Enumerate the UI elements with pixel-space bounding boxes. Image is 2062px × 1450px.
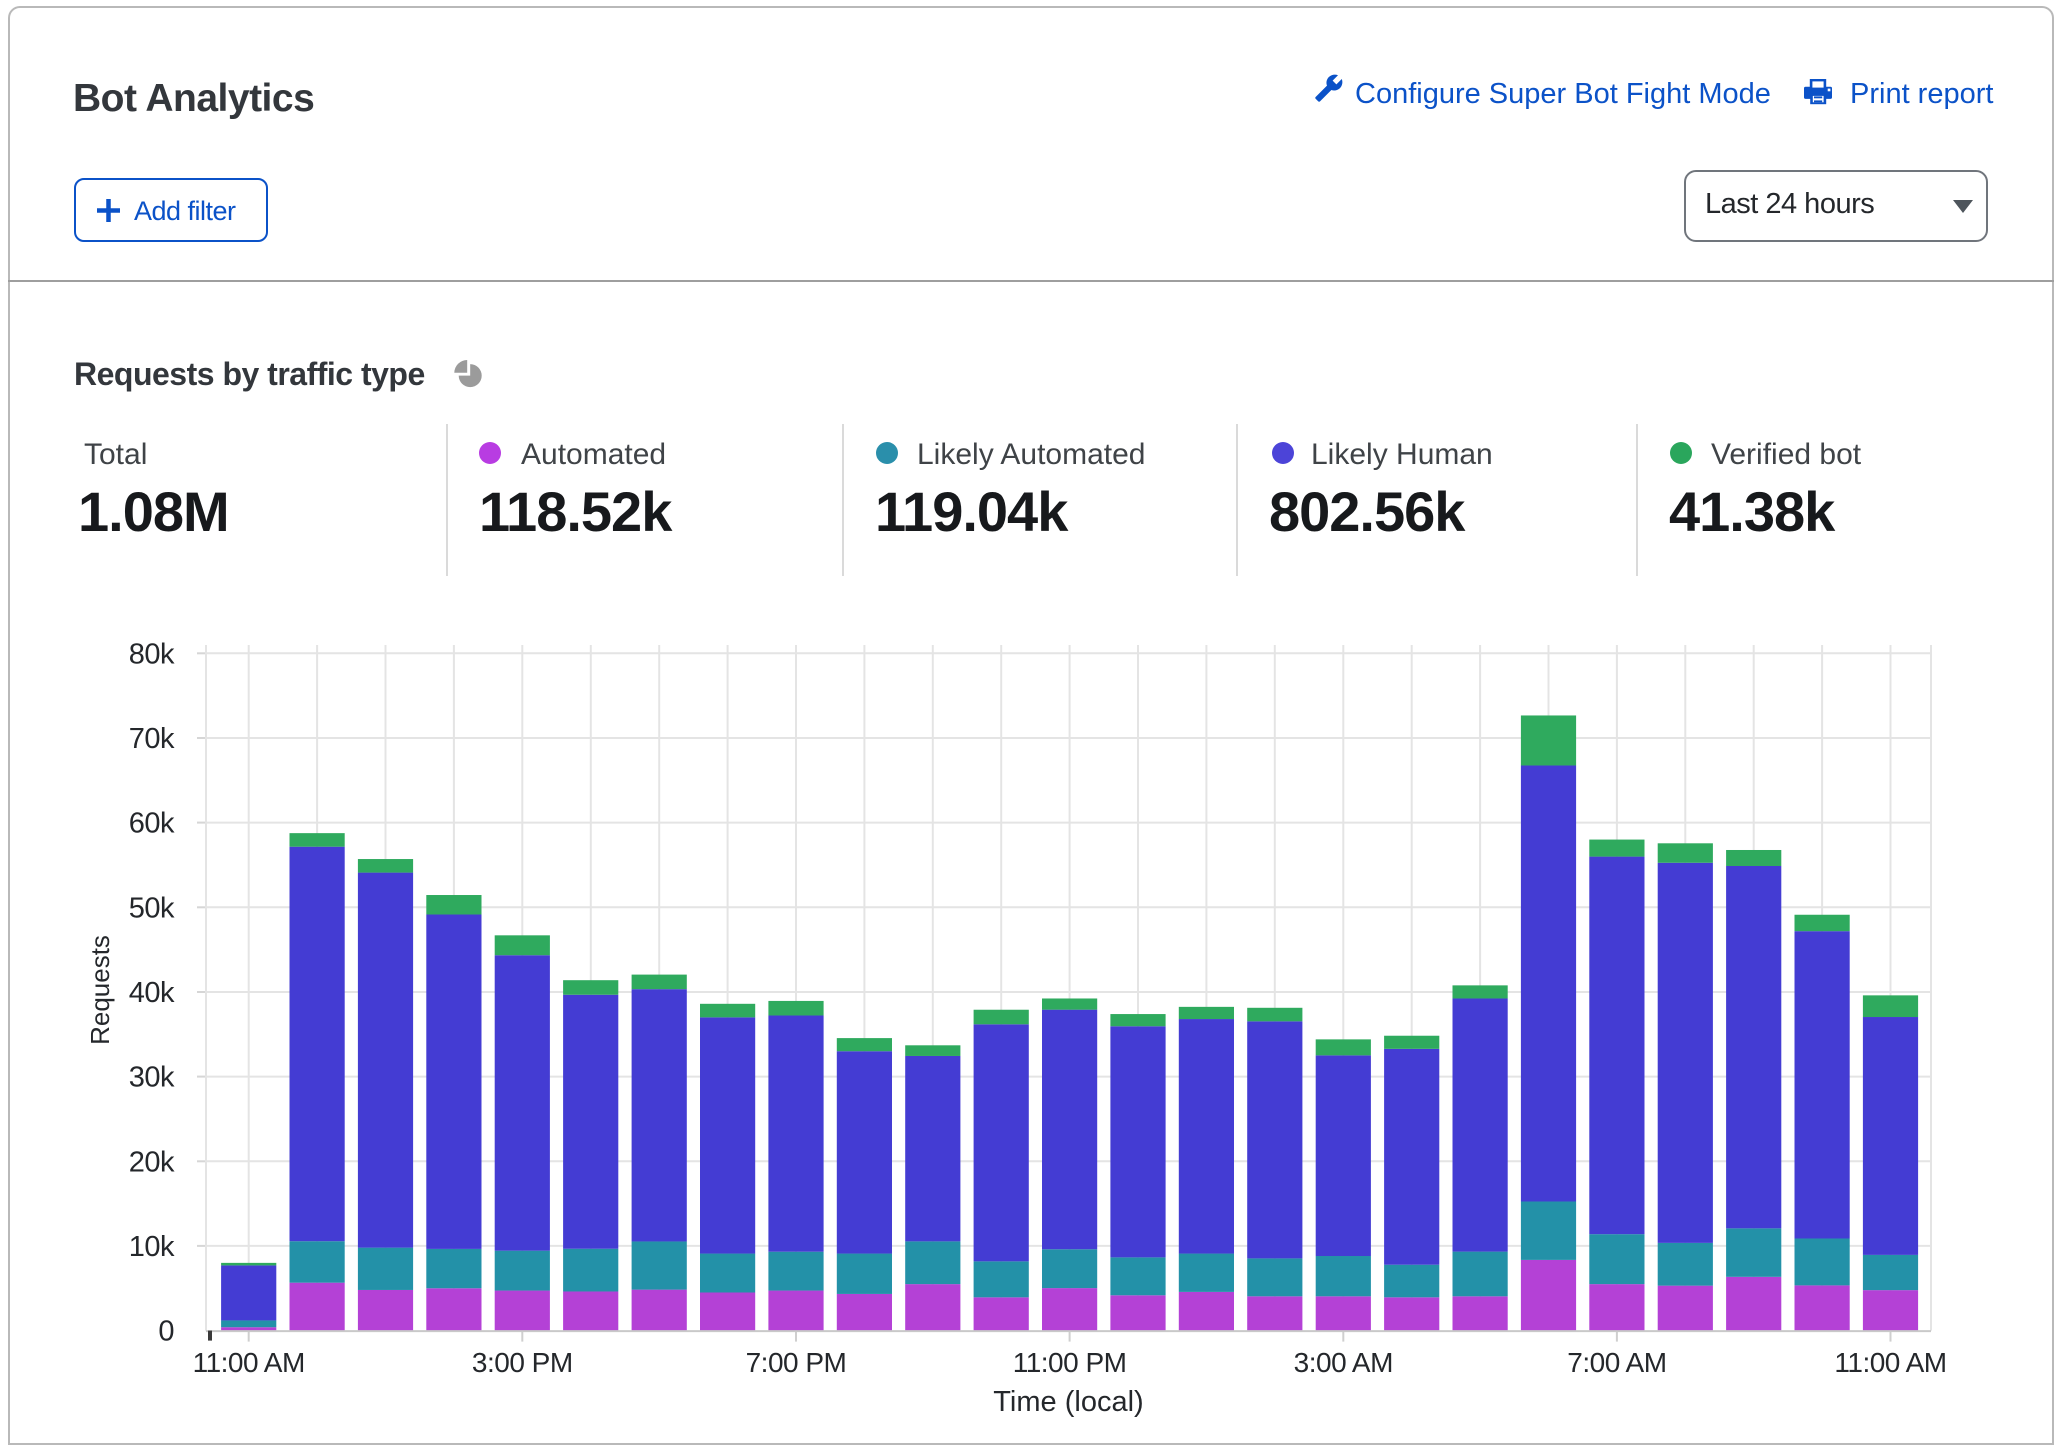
- svg-text:11:00 PM: 11:00 PM: [1013, 1347, 1127, 1378]
- svg-text:7:00 AM: 7:00 AM: [1567, 1347, 1666, 1378]
- svg-text:11:00 AM: 11:00 AM: [193, 1347, 305, 1378]
- svg-text:50k: 50k: [129, 892, 175, 924]
- svg-text:40k: 40k: [129, 977, 175, 1009]
- svg-text:7:00 PM: 7:00 PM: [746, 1347, 847, 1378]
- svg-text:80k: 80k: [129, 638, 175, 670]
- svg-text:30k: 30k: [129, 1062, 175, 1094]
- svg-text:60k: 60k: [129, 808, 175, 840]
- svg-text:3:00 AM: 3:00 AM: [1294, 1347, 1393, 1378]
- svg-text:Requests: Requests: [85, 935, 115, 1045]
- svg-text:70k: 70k: [129, 723, 175, 755]
- svg-text:11:00 AM: 11:00 AM: [1834, 1347, 1946, 1378]
- svg-text:10k: 10k: [129, 1231, 175, 1263]
- svg-text:3:00 PM: 3:00 PM: [472, 1347, 573, 1378]
- svg-text:0: 0: [158, 1316, 174, 1348]
- svg-text:Time (local): Time (local): [993, 1386, 1143, 1418]
- svg-text:20k: 20k: [129, 1146, 175, 1178]
